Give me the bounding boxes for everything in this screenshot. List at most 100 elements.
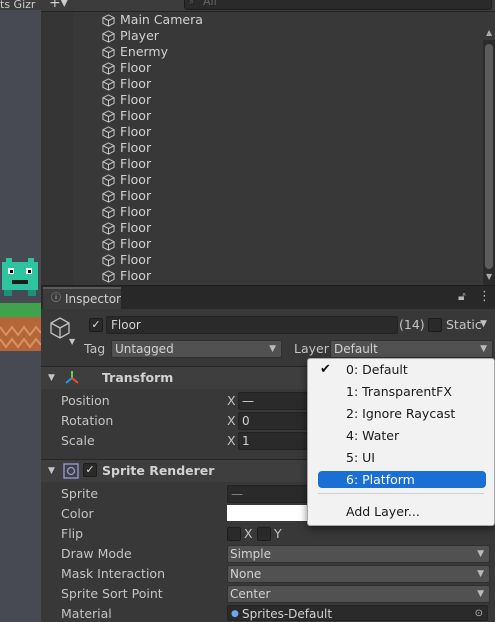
- material-field[interactable]: ● Sprites-Default ⊙: [227, 605, 488, 621]
- gameobject-icon: [102, 270, 115, 283]
- gameobject-icon: [102, 62, 115, 75]
- layer-menu-item[interactable]: 1: TransparentFX: [308, 382, 494, 402]
- object-name-field[interactable]: Floor: [106, 316, 398, 334]
- hierarchy-item[interactable]: Floor: [41, 268, 483, 284]
- chevron-down-icon: ▼: [477, 589, 484, 599]
- sprite-renderer-icon: [63, 463, 79, 479]
- hierarchy-item-label: Floor: [120, 236, 152, 251]
- hierarchy-scroll-thumb[interactable]: [485, 44, 493, 269]
- material-label: Material: [61, 606, 112, 621]
- hierarchy-item[interactable]: Floor: [41, 172, 483, 188]
- gameobject-icon[interactable]: ▼: [49, 316, 79, 346]
- layer-menu-item-label: 4: Water: [346, 428, 400, 443]
- draw-mode-label: Draw Mode: [61, 546, 132, 561]
- static-dropdown-icon[interactable]: ▼: [480, 319, 487, 329]
- position-x-label: X: [227, 393, 236, 408]
- draw-mode-dropdown[interactable]: Simple ▼: [227, 545, 490, 563]
- menu-divider: [318, 493, 484, 494]
- layer-menu-item[interactable]: 6: Platform: [308, 470, 494, 490]
- scale-x-field[interactable]: 1: [238, 432, 311, 450]
- search-input[interactable]: ⌕ All: [184, 0, 492, 10]
- static-checkbox[interactable]: [428, 318, 442, 332]
- checkmark-icon: ✔: [320, 362, 331, 377]
- more-menu-icon[interactable]: ⋮: [478, 289, 491, 304]
- search-icon: ⌕: [189, 0, 195, 7]
- hierarchy-item[interactable]: Floor: [41, 140, 483, 156]
- hierarchy-item-label: Player: [120, 28, 159, 43]
- mask-interaction-value: None: [230, 567, 262, 581]
- gameobject-icon: [102, 46, 115, 59]
- sort-point-dropdown[interactable]: Center ▼: [227, 585, 490, 603]
- hierarchy-item[interactable]: Floor: [41, 220, 483, 236]
- lock-icon[interactable]: 🔓︎: [458, 289, 466, 304]
- hierarchy-item[interactable]: Floor: [41, 188, 483, 204]
- collapse-icon[interactable]: ▼: [48, 373, 55, 383]
- hierarchy-item-label: Floor: [120, 92, 152, 107]
- rotation-x-label: X: [227, 413, 236, 428]
- scene-view[interactable]: ts Gizr: [0, 0, 41, 622]
- add-icon[interactable]: +▾: [49, 0, 68, 11]
- hierarchy-item[interactable]: Floor: [41, 156, 483, 172]
- layer-menu-item[interactable]: 5: UI: [308, 448, 494, 468]
- gameobject-icon: [102, 254, 115, 267]
- color-swatch[interactable]: [227, 505, 307, 521]
- hierarchy-item-label: Main Camera: [120, 12, 203, 27]
- layer-dropdown[interactable]: Default ▼: [330, 340, 493, 358]
- gameobject-icon: [102, 174, 115, 187]
- active-checkbox[interactable]: ✓: [89, 318, 103, 332]
- hierarchy-item[interactable]: Floor: [41, 108, 483, 124]
- layer-menu-item-label: 6: Platform: [346, 472, 415, 487]
- material-icon: ●: [231, 609, 239, 619]
- position-label: Position: [61, 393, 110, 408]
- draw-mode-value: Simple: [230, 547, 271, 561]
- layer-value: Default: [334, 342, 378, 356]
- gameobject-icon: [102, 142, 115, 155]
- hierarchy-item[interactable]: Floor: [41, 252, 483, 268]
- scroll-up-icon[interactable]: ▲: [486, 28, 492, 37]
- collapse-icon[interactable]: ▼: [48, 466, 55, 476]
- layer-menu-item[interactable]: 4: Water: [308, 426, 494, 446]
- hierarchy-item[interactable]: Floor: [41, 92, 483, 108]
- tab-inspector[interactable]: ⓘ Inspector: [43, 287, 121, 311]
- hierarchy-item[interactable]: Enermy: [41, 44, 483, 60]
- sprite-renderer-enabled-checkbox[interactable]: ✓: [83, 463, 97, 477]
- hierarchy-item[interactable]: Floor: [41, 60, 483, 76]
- chevron-down-icon: ▼: [480, 344, 487, 354]
- flip-x-checkbox[interactable]: [227, 527, 241, 541]
- hierarchy-item[interactable]: Floor: [41, 76, 483, 92]
- sprite-field[interactable]: —: [227, 485, 311, 503]
- add-layer-item[interactable]: Add Layer...: [308, 502, 494, 522]
- hierarchy-item[interactable]: Player: [41, 28, 483, 44]
- rotation-x-value: 0: [242, 414, 250, 428]
- svg-text:▼: ▼: [69, 337, 76, 346]
- hierarchy-item-label: Floor: [120, 172, 152, 187]
- tag-dropdown[interactable]: Untagged ▼: [111, 340, 282, 358]
- hierarchy-item-label: Floor: [120, 140, 152, 155]
- object-name: Floor: [111, 318, 141, 332]
- layer-menu-item[interactable]: ✔ 0: Default: [308, 360, 494, 380]
- scroll-down-icon[interactable]: ▼: [486, 272, 492, 281]
- material-value: Sprites-Default: [242, 607, 333, 621]
- hierarchy-item-label: Floor: [120, 156, 152, 171]
- gameobject-icon: [102, 94, 115, 107]
- tag-value: Untagged: [115, 342, 174, 356]
- flip-y-checkbox[interactable]: [257, 527, 271, 541]
- layer-menu-item[interactable]: 2: Ignore Raycast: [308, 404, 494, 424]
- hierarchy-item[interactable]: Floor: [41, 124, 483, 140]
- mask-interaction-dropdown[interactable]: None ▼: [227, 565, 490, 583]
- selection-count: (14): [399, 317, 425, 332]
- hierarchy-item[interactable]: Main Camera: [41, 12, 483, 28]
- hierarchy-item[interactable]: Floor: [41, 204, 483, 220]
- scene-tabs[interactable]: ts Gizr: [0, 0, 41, 10]
- object-picker-icon[interactable]: ⊙: [475, 606, 483, 622]
- hierarchy-item-label: Floor: [120, 252, 152, 267]
- color-label: Color: [61, 506, 94, 521]
- chevron-down-icon: ▼: [477, 569, 484, 579]
- position-x-field[interactable]: —: [238, 392, 311, 410]
- hierarchy-item[interactable]: Floor: [41, 236, 483, 252]
- rotation-x-field[interactable]: 0: [238, 412, 311, 430]
- ground-tiles: [0, 303, 41, 351]
- sprite-value: —: [231, 487, 243, 501]
- hierarchy-item-label: Floor: [120, 76, 152, 91]
- gameobject-icon: [102, 222, 115, 235]
